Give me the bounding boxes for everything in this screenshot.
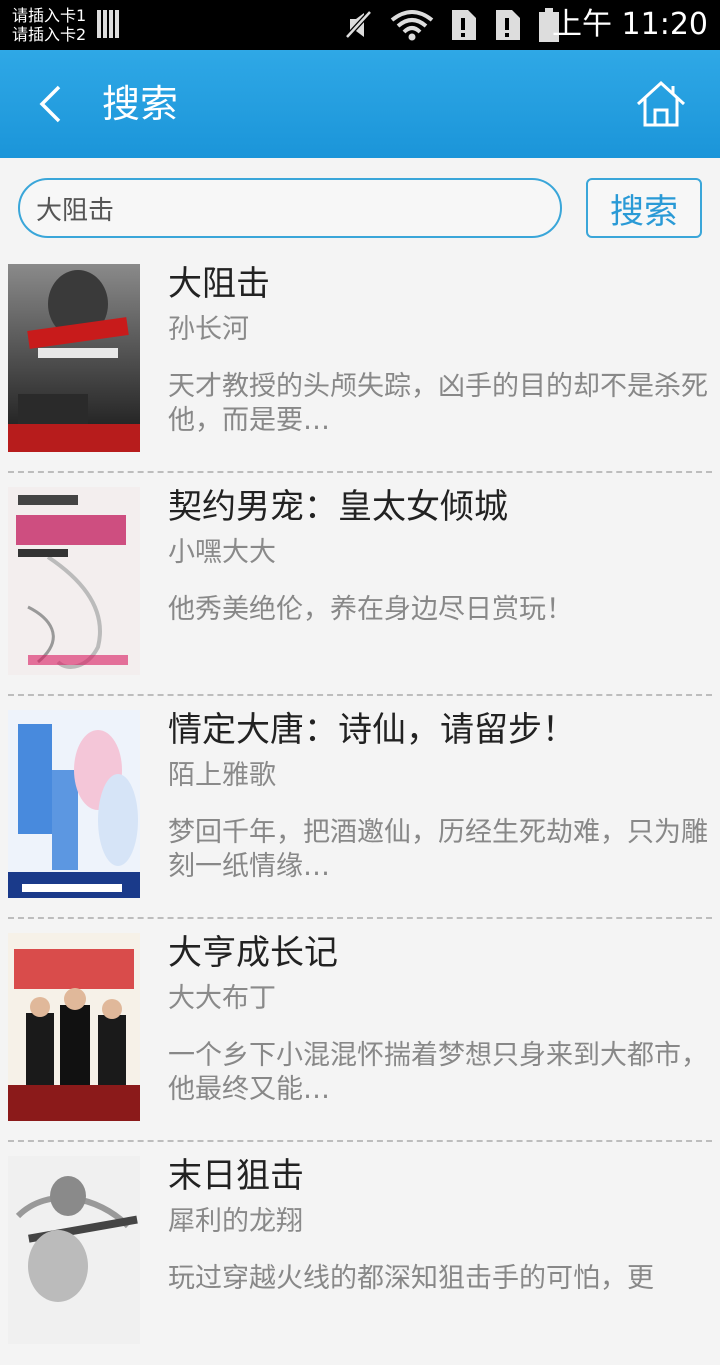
book-description: 玩过穿越火线的都深知狙击手的可怕，更 bbox=[168, 1263, 654, 1294]
list-item[interactable]: 末日狙击 犀利的龙翔 玩过穿越火线的都深知狙击手的可怕，更 bbox=[8, 1142, 712, 1365]
search-button[interactable]: 搜索 bbox=[586, 178, 702, 238]
book-description: 天才教授的头颅失踪，凶手的目的却不是杀死他，而是要… bbox=[168, 371, 708, 436]
list-item[interactable]: 情定大唐：诗仙，请留步！ 陌上雅歌 梦回千年，把酒邀仙，历经生死劫难，只为雕刻一… bbox=[8, 696, 712, 919]
book-author: 孙长河 bbox=[168, 314, 249, 345]
book-cover bbox=[8, 264, 140, 452]
book-description: 他秀美绝伦，养在身边尽日赏玩！ bbox=[168, 594, 573, 625]
sim2-label: 请插入卡2 bbox=[12, 25, 87, 44]
sim2-icon bbox=[496, 10, 520, 40]
book-title: 情定大唐：诗仙，请留步！ bbox=[168, 710, 576, 750]
sim1-icon bbox=[452, 10, 476, 40]
sim1-label: 请插入卡1 bbox=[12, 6, 87, 25]
search-input[interactable] bbox=[18, 178, 562, 238]
book-cover bbox=[8, 710, 140, 898]
list-item[interactable]: 契约男宠：皇太女倾城 小嘿大大 他秀美绝伦，养在身边尽日赏玩！ bbox=[8, 473, 712, 696]
home-button[interactable] bbox=[632, 76, 690, 132]
book-description: 一个乡下小混混怀揣着梦想只身来到大都市，他最终又能… bbox=[168, 1040, 708, 1105]
book-title: 末日狙击 bbox=[168, 1156, 304, 1196]
result-list: 大阻击 孙长河 天才教授的头颅失踪，凶手的目的却不是杀死他，而是要… 契约男宠：… bbox=[0, 250, 720, 1365]
book-author: 犀利的龙翔 bbox=[168, 1206, 303, 1237]
book-title: 大阻击 bbox=[168, 264, 270, 304]
book-cover bbox=[8, 1156, 140, 1344]
back-chevron-icon bbox=[39, 85, 61, 123]
book-title: 大亨成长记 bbox=[168, 933, 338, 973]
list-item[interactable]: 大亨成长记 大大布丁 一个乡下小混混怀揣着梦想只身来到大都市，他最终又能… bbox=[8, 919, 712, 1142]
book-description: 梦回千年，把酒邀仙，历经生死劫难，只为雕刻一纸情缘… bbox=[168, 817, 708, 882]
signal-bars-icon bbox=[97, 10, 121, 38]
book-title: 契约男宠：皇太女倾城 bbox=[168, 487, 508, 527]
book-cover bbox=[8, 487, 140, 675]
book-author: 大大布丁 bbox=[168, 983, 276, 1014]
status-icons bbox=[344, 8, 560, 42]
clock: 上午 11:20 bbox=[552, 7, 708, 42]
app-bar: 搜索 bbox=[0, 50, 720, 158]
wifi-icon bbox=[390, 10, 434, 41]
page-title: 搜索 bbox=[102, 82, 179, 126]
book-author: 陌上雅歌 bbox=[168, 760, 276, 791]
book-cover bbox=[8, 933, 140, 1121]
sim-status: 请插入卡1 请插入卡2 bbox=[12, 6, 86, 44]
home-icon bbox=[636, 80, 686, 127]
back-button[interactable] bbox=[24, 74, 76, 134]
list-item[interactable]: 大阻击 孙长河 天才教授的头颅失踪，凶手的目的却不是杀死他，而是要… bbox=[8, 250, 712, 473]
book-author: 小嘿大大 bbox=[168, 537, 276, 568]
mute-icon bbox=[345, 10, 372, 39]
status-bar: 请插入卡1 请插入卡2 上午 11:20 bbox=[0, 0, 720, 50]
